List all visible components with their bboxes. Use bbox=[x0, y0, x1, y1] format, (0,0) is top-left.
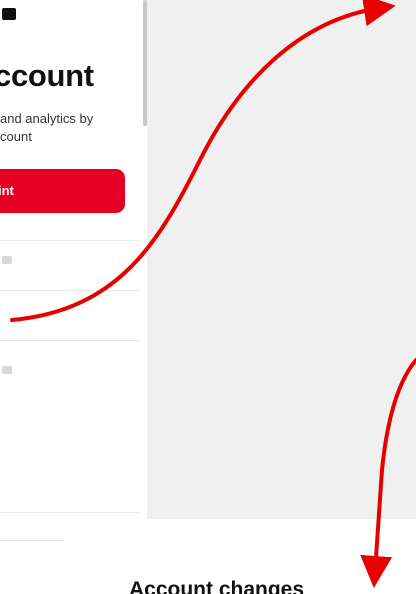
list-item-icon bbox=[2, 256, 12, 264]
section-divider bbox=[0, 540, 64, 541]
convert-account-button[interactable]: int bbox=[0, 169, 125, 213]
card-divider bbox=[0, 290, 140, 291]
card-description: and analytics by count bbox=[0, 110, 150, 146]
card-header-icon bbox=[2, 8, 16, 20]
card-description-line-1: and analytics by bbox=[0, 111, 94, 126]
page: ccount and analytics by count int Accoun… bbox=[0, 0, 416, 594]
card-title: ccount bbox=[0, 58, 94, 93]
card-divider bbox=[0, 512, 140, 513]
card-divider bbox=[0, 240, 140, 241]
card-description-line-2: count bbox=[0, 129, 32, 144]
side-panel bbox=[147, 0, 416, 519]
list-item[interactable] bbox=[0, 342, 140, 390]
list-item[interactable] bbox=[0, 242, 140, 290]
card-divider bbox=[0, 340, 140, 341]
account-changes-heading: Account changes bbox=[129, 578, 305, 594]
account-card: ccount and analytics by count int bbox=[0, 0, 140, 528]
list-item[interactable] bbox=[0, 292, 140, 340]
list-item-icon bbox=[2, 366, 12, 374]
